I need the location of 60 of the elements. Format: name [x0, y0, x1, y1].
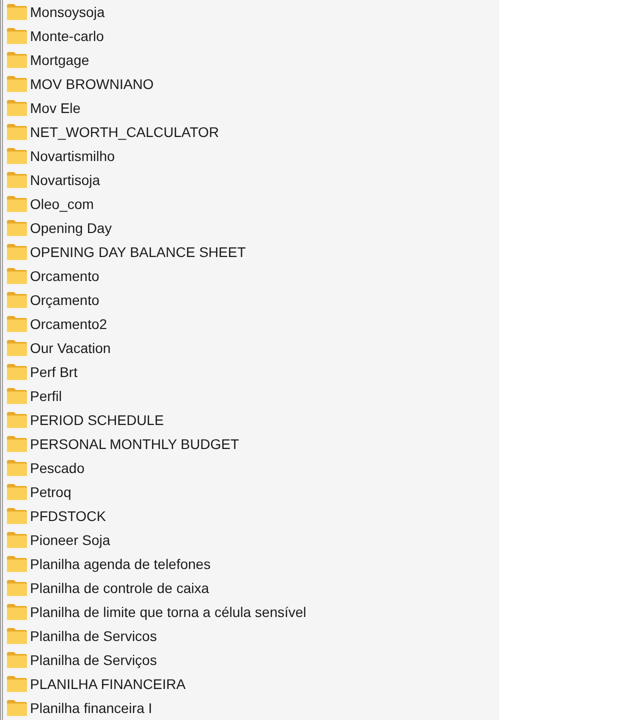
folder-icon	[7, 604, 27, 620]
folder-icon	[7, 76, 27, 92]
folder-icon	[7, 52, 27, 68]
folder-item[interactable]: PLANILHA FINANCEIRA	[3, 672, 186, 696]
folder-icon	[7, 676, 27, 692]
folder-icon	[7, 628, 27, 644]
folder-item[interactable]: OPENING DAY BALANCE SHEET	[3, 240, 246, 264]
folder-icon	[7, 28, 27, 44]
folder-item[interactable]: PERIOD SCHEDULE	[3, 408, 164, 432]
folder-item[interactable]: Mov Ele	[3, 96, 81, 120]
folder-item[interactable]: Novartismilho	[3, 144, 115, 168]
folder-icon	[7, 580, 27, 596]
folder-item[interactable]: Our Vacation	[3, 336, 111, 360]
folder-item[interactable]: Planilha financeira I	[3, 696, 152, 720]
folder-icon	[7, 508, 27, 524]
folder-icon	[7, 700, 27, 716]
folder-icon	[7, 436, 27, 452]
folder-item[interactable]: PERSONAL MONTHLY BUDGET	[3, 432, 240, 456]
folder-item[interactable]: Petroq	[3, 480, 72, 504]
folder-icon	[7, 244, 27, 260]
folder-item[interactable]: Perf Brt	[3, 360, 78, 384]
folder-item[interactable]: Pioneer Soja	[3, 528, 110, 552]
folder-icon	[7, 4, 27, 20]
folder-item[interactable]: Novartisoja	[3, 168, 100, 192]
folder-item[interactable]: Orcamento	[3, 264, 100, 288]
folder-item[interactable]: Opening Day	[3, 216, 112, 240]
folder-item[interactable]: Orcamento2	[3, 312, 108, 336]
folder-icon	[7, 652, 27, 668]
folder-item[interactable]: Mortgage	[3, 48, 90, 72]
folder-icon	[7, 532, 27, 548]
folder-item[interactable]: Oleo_com	[3, 192, 94, 216]
folder-icon	[7, 220, 27, 236]
folder-item[interactable]: Orçamento	[3, 288, 100, 312]
folder-icon	[7, 388, 27, 404]
folder-icon	[7, 292, 27, 308]
folder-item[interactable]: Planilha de Servicos	[3, 624, 157, 648]
folder-item[interactable]: Planilha de controle de caixa	[3, 576, 210, 600]
folder-item[interactable]: MOV BROWNIANO	[3, 72, 154, 96]
folder-item[interactable]: Pescado	[3, 456, 84, 480]
folder-item[interactable]: Monte-carlo	[3, 24, 104, 48]
folder-icon	[7, 172, 27, 188]
folder-icon	[7, 268, 27, 284]
folder-item[interactable]: Planilha agenda de telefones	[3, 552, 211, 576]
folder-icon	[7, 484, 27, 500]
folder-icon	[7, 100, 27, 116]
folder-item[interactable]: Monsoysoja	[3, 0, 105, 24]
folder-icon	[7, 460, 27, 476]
folder-icon	[7, 556, 27, 572]
folder-item[interactable]: PFDSTOCK	[3, 504, 106, 528]
folder-icon	[7, 124, 27, 140]
folder-item[interactable]: Planilha de limite que torna a célula sensível	[3, 600, 306, 624]
folder-item[interactable]: Planilha de Serviços	[3, 648, 157, 672]
folder-icon	[7, 316, 27, 332]
folder-icon	[7, 412, 27, 428]
folder-item[interactable]: NET_WORTH_CALCULATOR	[3, 120, 220, 144]
folder-icon	[7, 340, 27, 356]
folder-icon	[7, 196, 27, 212]
folder-icon	[7, 364, 27, 380]
folder-icon	[7, 148, 27, 164]
folder-item[interactable]: Perfil	[3, 384, 62, 408]
